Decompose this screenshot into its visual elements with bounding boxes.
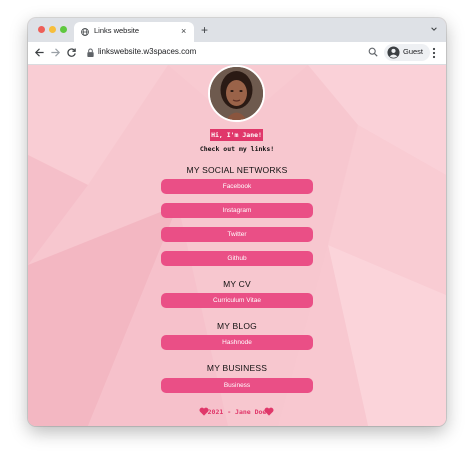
heart-icon [264,407,274,416]
search-icon[interactable] [368,47,378,57]
section-heading-business: MY BUSINESS [206,363,268,373]
globe-icon [81,28,89,36]
window-maximize-button[interactable] [60,26,67,33]
window-minimize-button[interactable] [49,26,56,33]
tab-close-button[interactable]: × [181,25,186,37]
new-tab-button[interactable]: + [201,23,208,37]
instagram-link-button[interactable]: Instagram [161,203,313,218]
cv-link-button[interactable]: Curriculum Vitae [161,293,313,308]
url-text[interactable]: linkswebsite.w3spaces.com [98,47,196,56]
active-tab[interactable]: Links website × [74,22,194,42]
reload-icon[interactable] [66,47,77,58]
avatar [208,65,265,122]
address-bar[interactable]: linkswebsite.w3spaces.com [82,45,382,61]
page-viewport: Hi, I'm Jane! Check out my links! MY SOC… [28,65,446,426]
tab-title: Links website [94,26,140,35]
browser-toolbar: linkswebsite.w3spaces.com Guest [28,42,446,65]
kebab-menu-icon[interactable] [432,47,436,59]
page-content: Hi, I'm Jane! Check out my links! MY SOC… [28,65,446,426]
profile-label: Guest [403,47,424,56]
portrait-image [210,67,263,120]
lock-icon[interactable] [86,48,95,58]
github-link-button[interactable]: Github [161,251,313,266]
tagline: Check out my links! [199,145,275,153]
section-heading-blog: MY BLOG [217,321,257,331]
tab-strip: Links website × + [28,18,446,42]
facebook-link-button[interactable]: Facebook [161,179,313,194]
section-heading-social: MY SOCIAL NETWORKS [186,165,288,175]
back-arrow-icon[interactable] [34,47,45,58]
profile-button[interactable]: Guest [384,44,430,61]
profile-icon [387,46,400,59]
twitter-link-button[interactable]: Twitter [161,227,313,242]
footer-text: 2021 - Jane Doe [207,408,267,416]
browser-window: Links website × + linkswebsite.w3spaces.… [28,18,446,426]
greeting-badge: Hi, I'm Jane! [210,129,263,141]
section-heading-cv: MY CV [223,279,251,289]
business-link-button[interactable]: Business [161,378,313,393]
window-close-button[interactable] [38,26,45,33]
hashnode-link-button[interactable]: Hashnode [161,335,313,350]
forward-arrow-icon[interactable] [50,47,61,58]
chevron-down-icon[interactable] [430,25,438,33]
